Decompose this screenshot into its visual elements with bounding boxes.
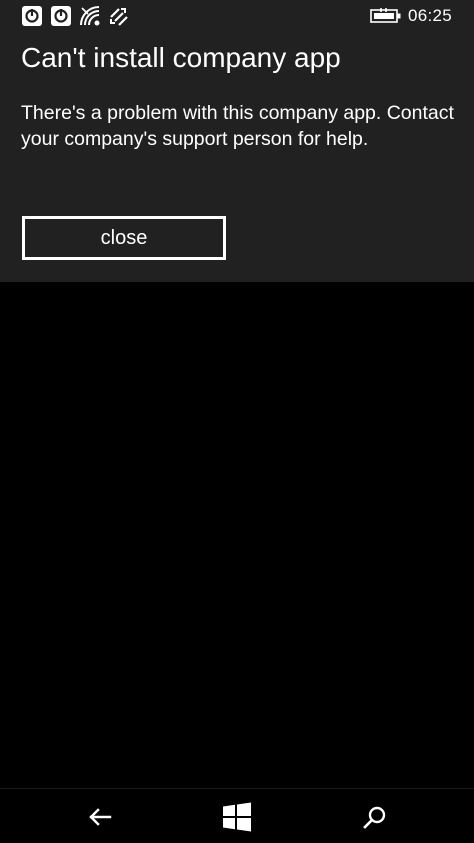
notification-icon bbox=[50, 5, 72, 27]
back-arrow-icon bbox=[88, 807, 112, 827]
battery-charging-icon bbox=[370, 7, 402, 25]
navigation-bar bbox=[0, 788, 474, 843]
notification-icon bbox=[21, 5, 43, 27]
dialog-title: Can't install company app bbox=[21, 42, 341, 73]
dialog-message: There's a problem with this company app.… bbox=[21, 102, 454, 150]
wifi-icon bbox=[79, 5, 101, 27]
dialog: 06:25 Can't install company app There's … bbox=[0, 0, 474, 282]
clock: 06:25 bbox=[408, 6, 453, 25]
data-sync-icon bbox=[107, 5, 129, 27]
start-button[interactable] bbox=[219, 799, 255, 835]
close-button[interactable]: close bbox=[22, 216, 226, 260]
status-bar: 06:25 bbox=[0, 0, 474, 32]
search-button[interactable] bbox=[357, 799, 393, 835]
back-button[interactable] bbox=[82, 799, 118, 835]
windows-start-icon bbox=[222, 802, 252, 832]
search-icon bbox=[363, 805, 387, 829]
